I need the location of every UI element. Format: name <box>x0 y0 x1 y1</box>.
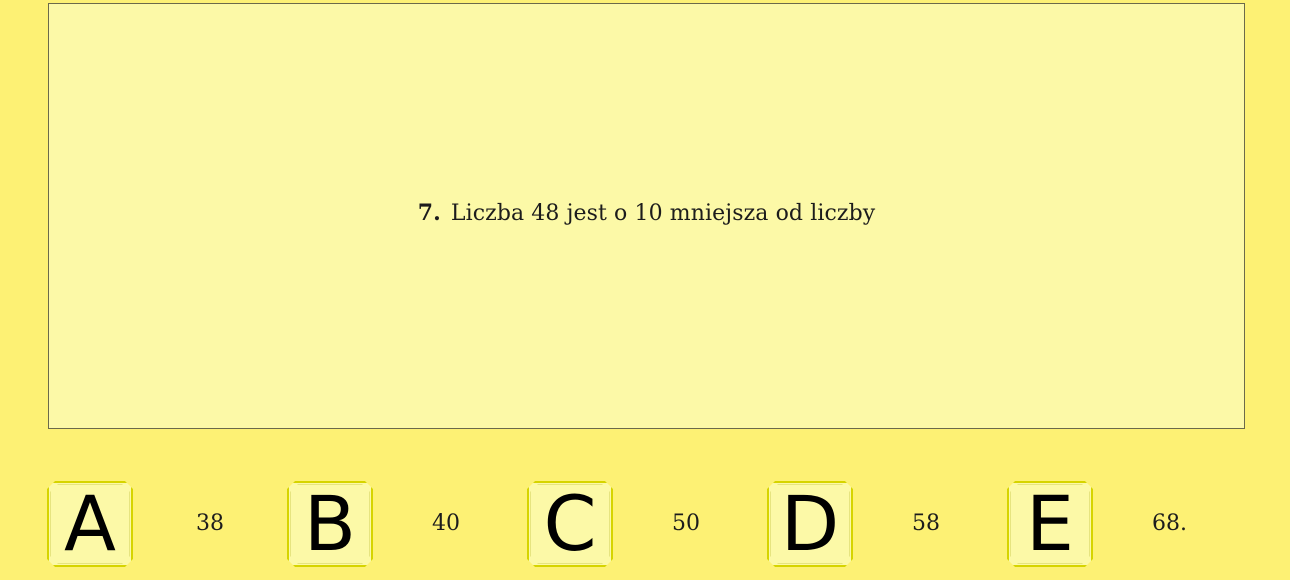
answer-e-letter: E <box>1025 479 1075 568</box>
answer-a-button[interactable]: A <box>47 481 133 567</box>
answer-c-button[interactable]: C <box>527 481 613 567</box>
question-number: 7. <box>417 200 441 226</box>
answer-a-value: 38 <box>196 511 224 536</box>
answer-c-letter: C <box>543 479 597 568</box>
answer-a-letter: A <box>64 479 116 568</box>
answer-e-value: 68. <box>1152 511 1187 536</box>
answer-e-button[interactable]: E <box>1007 481 1093 567</box>
question-text: Liczba 48 jest o 10 mniejsza od liczby <box>450 201 876 226</box>
answer-d-button[interactable]: D <box>767 481 853 567</box>
question-panel: 7. Liczba 48 jest o 10 mniejsza od liczby <box>48 3 1245 429</box>
answer-c-value: 50 <box>672 511 700 536</box>
question-statement: 7. Liczba 48 jest o 10 mniejsza od liczby <box>49 200 1244 226</box>
answer-d-value: 58 <box>912 511 940 536</box>
answer-d-letter: D <box>780 479 840 568</box>
answer-b-letter: B <box>303 479 357 568</box>
answer-b-value: 40 <box>432 511 460 536</box>
answer-b-button[interactable]: B <box>287 481 373 567</box>
